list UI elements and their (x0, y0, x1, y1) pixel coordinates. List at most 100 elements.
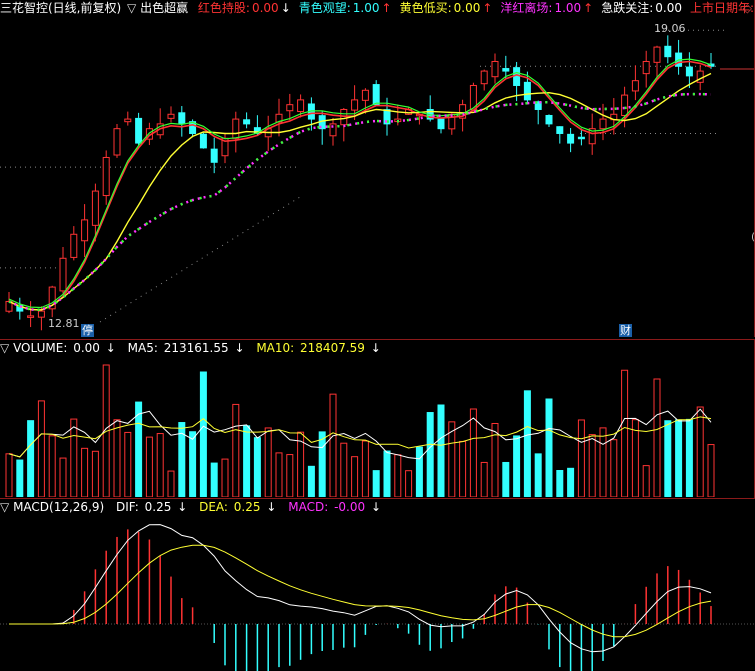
settings-diamond-icon[interactable]: ◇ (743, 1, 752, 15)
candle-body (599, 118, 607, 130)
candle-body (102, 156, 110, 197)
candle-body (653, 46, 661, 63)
ma5-value: 213161.55 (163, 341, 229, 355)
green-signal-line (8, 58, 712, 309)
volume-bar (318, 431, 326, 497)
candle-body (372, 84, 380, 106)
volume-bar (329, 393, 337, 497)
volume-bar (307, 465, 315, 497)
down-arrow-icon: ↓ (105, 341, 116, 355)
volume-bar (253, 437, 261, 497)
macd-chart[interactable] (0, 516, 755, 671)
candle-body (199, 133, 207, 149)
volume-bar (189, 431, 197, 497)
ma5-line (8, 60, 712, 311)
indicator-name[interactable]: 出色超赢 (140, 1, 188, 15)
volume-bar (685, 418, 693, 497)
candle-body (297, 99, 305, 113)
volume-bar (232, 403, 240, 497)
volume-bar (372, 470, 380, 497)
volume-title[interactable]: VOLUME: (13, 341, 67, 355)
stock-title[interactable]: 三花智控(日线,前复权) (0, 1, 121, 15)
volume-bar (469, 408, 477, 497)
up-arrow-icon: ↑ (482, 1, 493, 15)
volume-bar (340, 442, 348, 497)
volume-bar (642, 465, 650, 497)
indicator-item-label: 青色观望: (298, 1, 351, 15)
volume-bar (48, 435, 56, 497)
candle-body (631, 80, 639, 92)
main-header: 三花智控(日线,前复权) ▽ 出色超赢 红色持股: 0.00 ↓ 青色观望: 1.00 ↑… (0, 0, 755, 17)
candle-body (91, 190, 99, 226)
candle-body (513, 67, 521, 86)
stop-marker[interactable]: 停 (81, 324, 94, 337)
volume-header: ▽ VOLUME: 0.00 ↓ MA5: 213161.55 ↓ MA10: … (0, 340, 755, 357)
volume-bar (480, 461, 488, 497)
candle-body (664, 45, 672, 58)
volume-bar (156, 433, 164, 497)
indicator-item-value: 1.00 (352, 1, 380, 15)
volume-bar (37, 400, 45, 497)
volume-bar (534, 453, 542, 497)
volume-bar (394, 454, 402, 497)
side-scroll-marker[interactable]: ( (751, 232, 755, 243)
candle-body (135, 117, 143, 144)
volume-bar (91, 450, 99, 497)
dif-value: 0.25 (144, 500, 172, 514)
volume-bar (631, 419, 639, 497)
candle-body (523, 81, 531, 101)
candle-body (361, 89, 369, 101)
macd-title[interactable]: MACD(12,26,9) (13, 500, 104, 514)
volume-bar (70, 418, 78, 497)
collapse-triangle-icon[interactable]: ▽ (0, 341, 9, 355)
candle-body (502, 68, 510, 72)
volume-value: 0.00 (73, 341, 100, 355)
volume-bar (243, 425, 251, 497)
finance-marker[interactable]: 财 (619, 324, 632, 337)
candlestick-chart[interactable] (0, 17, 755, 339)
indicator-item-value: 0.00 (453, 1, 481, 15)
dea-label: DEA: (199, 500, 228, 514)
dea-value: 0.25 (233, 500, 261, 514)
volume-bar (351, 456, 359, 497)
volume-chart[interactable] (0, 357, 755, 497)
support-dotted-line (99, 196, 301, 323)
volume-bar (167, 470, 175, 497)
candle-body (243, 119, 251, 125)
volume-bar (513, 435, 521, 497)
indicator-item-value: 0.00 (655, 1, 682, 15)
candle-body (577, 136, 585, 140)
candle-body (37, 310, 45, 318)
down-arrow-icon: ↓ (266, 500, 277, 514)
volume-bar (426, 412, 434, 497)
candle-body (642, 60, 650, 75)
volume-bar (653, 378, 661, 497)
up-arrow-icon: ↑ (583, 1, 594, 15)
volume-bar (264, 427, 272, 497)
volume-bar (59, 457, 67, 497)
volume-bar (502, 461, 510, 497)
indicator-item-label: 红色持股: (197, 1, 250, 15)
candle-body (340, 108, 348, 126)
dif-label: DIF: (116, 500, 139, 514)
volume-bar (696, 406, 704, 497)
candle-body (480, 70, 488, 85)
candle-body (70, 233, 78, 258)
volume-bar (610, 439, 618, 497)
collapse-triangle-icon[interactable]: ▽ (0, 500, 9, 514)
volume-bar (459, 440, 467, 497)
ma5-label: MA5: (127, 341, 158, 355)
candle-body (27, 315, 35, 318)
macd-header: ▽ MACD(12,26,9) DIF: 0.25 ↓ DEA: 0.25 ↓ … (0, 499, 755, 516)
indicator-item-label: 黄色低买: (399, 1, 452, 15)
volume-bar (5, 453, 13, 497)
candle-body (491, 60, 499, 78)
price-low-label: 12.81 (48, 317, 80, 330)
dif-line (9, 524, 712, 653)
collapse-triangle-icon[interactable]: ▽ (127, 1, 136, 15)
volume-bar (210, 462, 218, 497)
indicator-item-label: 急跌关注: (601, 1, 654, 15)
down-arrow-icon: ↓ (370, 341, 381, 355)
candle-body (59, 257, 67, 292)
candle-body (232, 118, 240, 139)
